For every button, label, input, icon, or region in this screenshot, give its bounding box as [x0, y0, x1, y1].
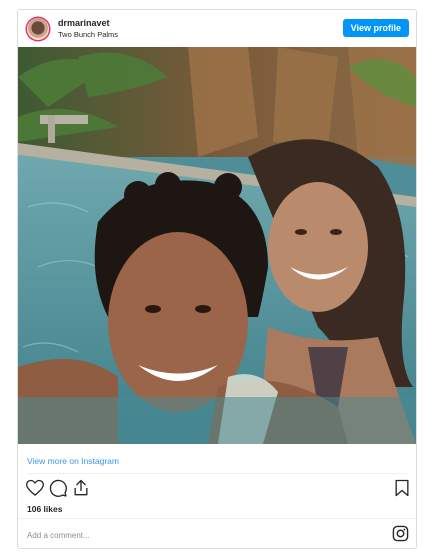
likes-count[interactable]: 106 likes: [27, 504, 62, 514]
view-more-link[interactable]: View more on Instagram: [27, 456, 119, 466]
action-bar: [18, 478, 416, 498]
location[interactable]: Two Bunch Palms: [58, 29, 118, 40]
bookmark-icon[interactable]: [392, 478, 412, 498]
share-icon[interactable]: [71, 478, 91, 498]
comment-input[interactable]: [25, 524, 329, 546]
avatar[interactable]: [27, 18, 49, 40]
divider: [18, 518, 416, 519]
comment-icon[interactable]: [48, 478, 68, 498]
instagram-icon[interactable]: [392, 525, 409, 542]
view-profile-button[interactable]: View profile: [342, 19, 409, 37]
post-photo[interactable]: [18, 47, 416, 444]
heart-icon[interactable]: [25, 478, 45, 498]
user-block: drmarinavet Two Bunch Palms: [58, 18, 118, 40]
username[interactable]: drmarinavet: [58, 18, 118, 29]
pool-selfie-image: [18, 47, 416, 444]
divider: [27, 473, 407, 474]
post-header: drmarinavet Two Bunch Palms View profile: [18, 10, 416, 48]
instagram-embed: drmarinavet Two Bunch Palms View profile: [17, 9, 417, 549]
